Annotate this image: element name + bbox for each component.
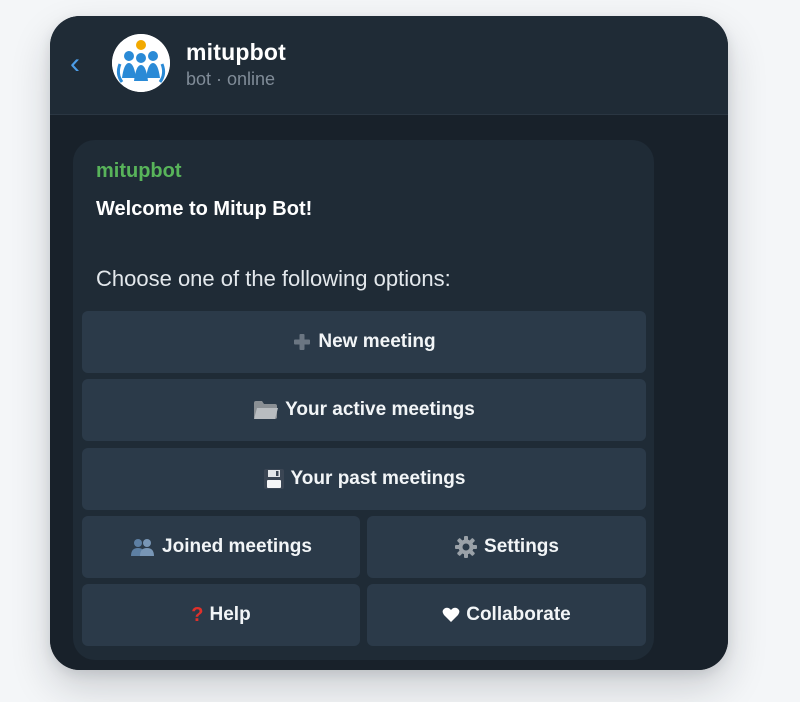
- settings-label: Settings: [484, 536, 559, 557]
- chevron-left-icon[interactable]: ‹: [70, 49, 90, 80]
- chat-window: ‹ mitupbot bot · online mitupbot Welcome…: [50, 16, 728, 670]
- welcome-text: Welcome to Mitup Bot!: [96, 198, 313, 220]
- collaborate-label: Collaborate: [466, 604, 571, 625]
- message-area: mitupbot Welcome to Mitup Bot! Choose on…: [50, 115, 728, 670]
- joined-meetings-label: Joined meetings: [162, 536, 312, 557]
- active-meetings-button[interactable]: Your active meetings: [82, 379, 646, 441]
- chat-status: bot · online: [186, 69, 276, 89]
- settings-button[interactable]: Settings: [367, 516, 646, 578]
- help-button[interactable]: ? Help: [82, 584, 360, 646]
- message-bubble: mitupbot Welcome to Mitup Bot! Choose on…: [73, 140, 654, 660]
- past-meetings-button[interactable]: Your past meetings: [82, 448, 646, 510]
- new-meeting-label: New meeting: [318, 331, 436, 352]
- past-meetings-label: Your past meetings: [290, 468, 466, 489]
- floppy-disk-icon: [263, 468, 285, 490]
- folder-icon: [253, 400, 279, 420]
- joined-meetings-button[interactable]: Joined meetings: [82, 516, 360, 578]
- help-label: Help: [209, 604, 251, 625]
- question-mark-icon: ?: [191, 603, 204, 626]
- gear-icon: [454, 535, 478, 559]
- collaborate-button[interactable]: Collaborate: [367, 584, 646, 646]
- people-logo-icon[interactable]: [112, 34, 170, 92]
- new-meeting-button[interactable]: New meeting: [82, 311, 646, 373]
- active-meetings-label: Your active meetings: [285, 399, 475, 420]
- chat-title: mitupbot: [186, 39, 286, 65]
- plus-icon: [292, 332, 312, 352]
- chat-header: ‹ mitupbot bot · online: [50, 16, 728, 115]
- message-sender[interactable]: mitupbot: [96, 160, 182, 183]
- people-icon: [130, 537, 156, 557]
- heart-icon: [442, 607, 460, 623]
- prompt-text: Choose one of the following options:: [96, 266, 451, 291]
